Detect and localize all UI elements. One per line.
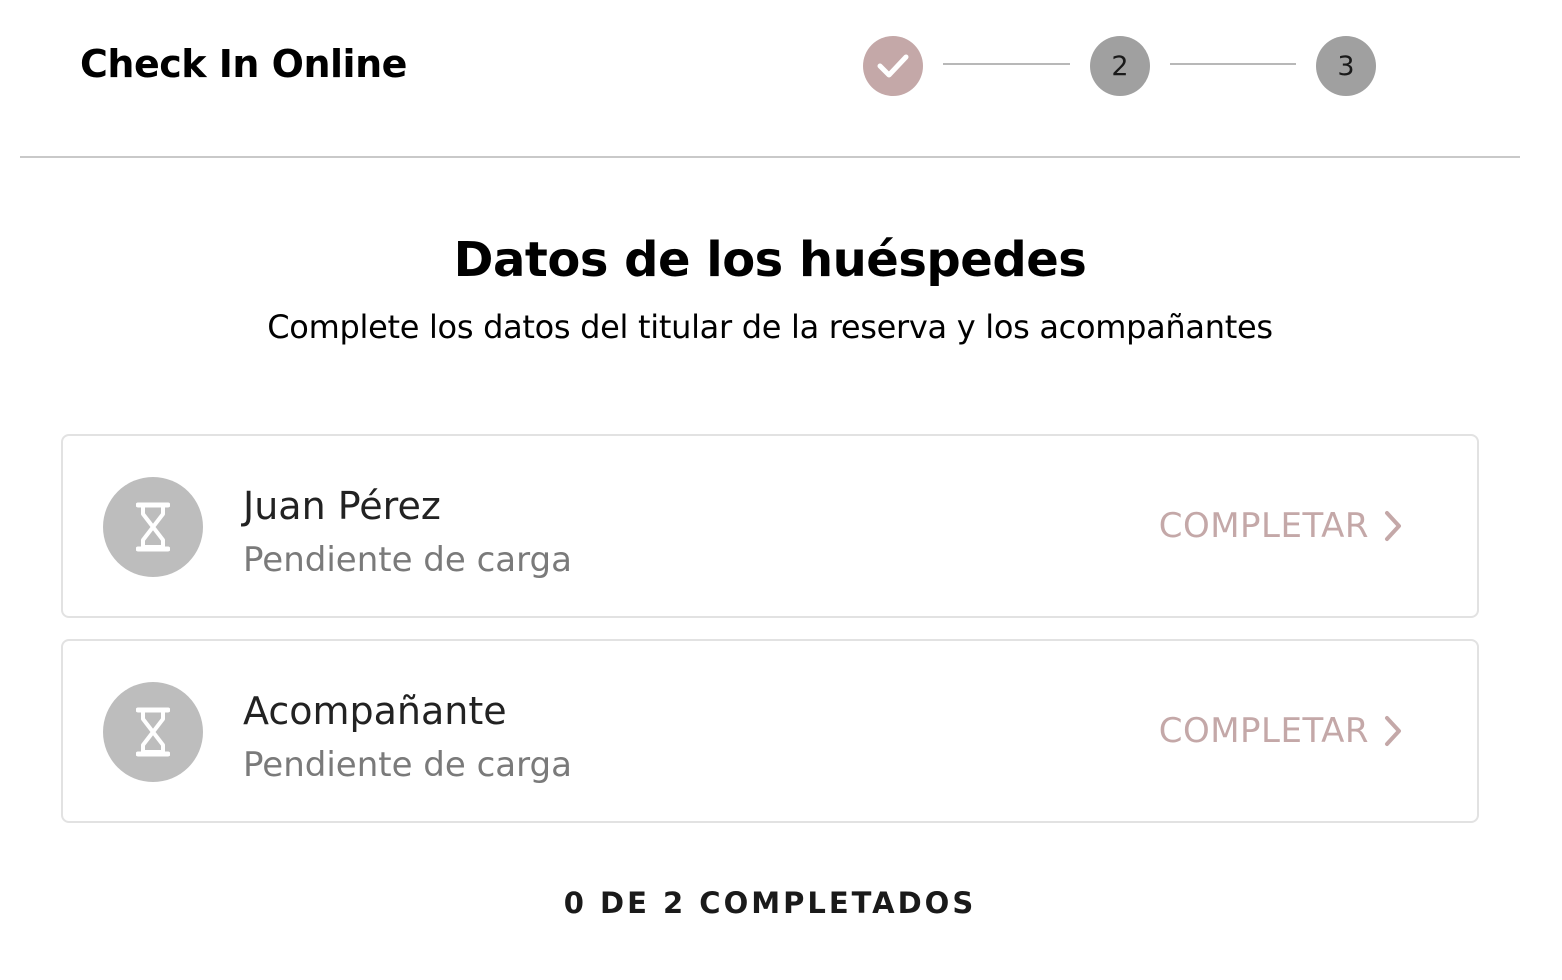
guest-card[interactable]: Acompañante Pendiente de carga COMPLETAR (61, 639, 1479, 823)
header: Check In Online 2 3 (20, 0, 1520, 158)
page-title: Datos de los huéspedes (453, 232, 1087, 288)
chevron-right-icon (1385, 716, 1401, 746)
hourglass-icon (136, 502, 170, 552)
complete-button[interactable]: COMPLETAR (1159, 506, 1403, 546)
step-connector (943, 63, 1070, 65)
complete-button-label: COMPLETAR (1158, 506, 1369, 546)
step-2[interactable]: 2 (1090, 36, 1150, 96)
step-1-completed[interactable] (863, 36, 923, 96)
hourglass-icon (136, 707, 170, 757)
page-subtitle: Complete los datos del titular de la res… (267, 308, 1273, 346)
step-3[interactable]: 3 (1316, 36, 1376, 96)
guest-name: Juan Pérez (243, 484, 441, 528)
check-icon (877, 54, 909, 78)
app-title: Check In Online (80, 42, 407, 86)
chevron-right-icon (1385, 511, 1401, 541)
guest-avatar (103, 477, 203, 577)
guest-card[interactable]: Juan Pérez Pendiente de carga COMPLETAR (61, 434, 1479, 618)
complete-button[interactable]: COMPLETAR (1159, 711, 1403, 751)
guest-status: Pendiente de carga (243, 540, 572, 580)
step-connector (1170, 63, 1296, 65)
complete-button-label: COMPLETAR (1158, 711, 1369, 751)
guest-avatar (103, 682, 203, 782)
guest-name: Acompañante (243, 689, 507, 733)
step-2-number: 2 (1111, 50, 1129, 82)
progress-stepper: 2 3 (863, 36, 1383, 96)
guest-status: Pendiente de carga (243, 745, 572, 785)
completion-counter: 0 DE 2 COMPLETADOS (563, 886, 977, 920)
step-3-number: 3 (1337, 50, 1355, 82)
